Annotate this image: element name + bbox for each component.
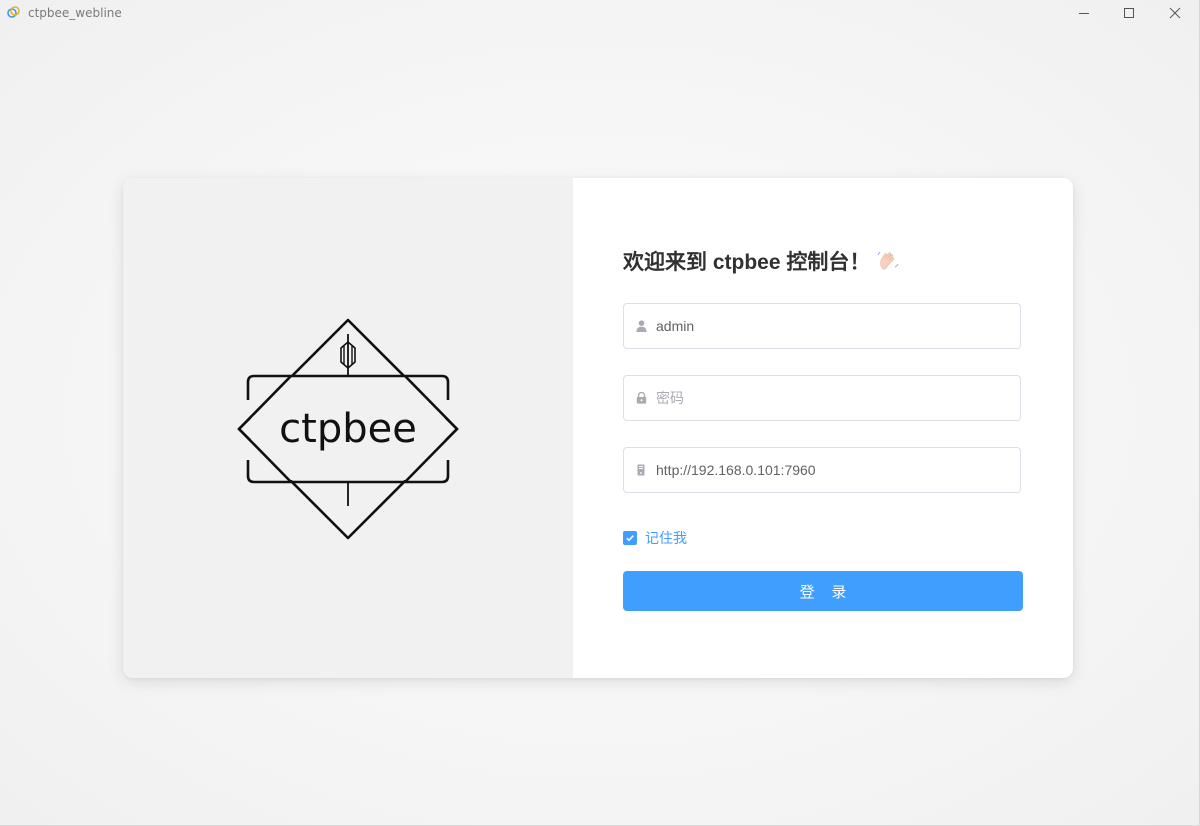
lock-icon [635,391,647,405]
username-input[interactable] [656,306,1020,346]
waving-hand-icon [876,249,900,273]
server-icon [635,463,647,477]
title-bar: ctpbee_webline [0,0,1200,26]
server-input[interactable] [656,450,1020,490]
remember-me[interactable]: 记住我 [623,528,687,548]
login-button[interactable]: 登 录 [623,571,1023,611]
password-input[interactable] [656,378,1020,418]
remember-checkbox[interactable] [623,531,637,545]
close-button[interactable] [1152,0,1198,26]
maximize-icon [1124,8,1134,18]
minimize-button[interactable] [1061,0,1107,26]
logo-panel: ctpbee [123,178,573,678]
minimize-icon [1079,13,1089,14]
welcome-heading: 欢迎来到 ctpbee 控制台！ [623,246,900,276]
ctpbee-logo: ctpbee [237,318,459,540]
maximize-button[interactable] [1106,0,1152,26]
app-logo-icon [7,6,20,19]
username-field[interactable] [623,303,1021,349]
welcome-text: 欢迎来到 ctpbee 控制台！ [623,251,871,274]
app-window: ctpbee_webline ctpbee 欢迎来到 ctpbee 控制台！ a… [0,0,1200,826]
window-title: ctpbee_webline [28,6,122,20]
logo-text: ctpbee [279,406,417,452]
close-icon [1169,7,1181,19]
server-field[interactable] [623,447,1021,493]
login-form-panel: 欢迎来到 ctpbee 控制台！ admin http://192.168.0.… [573,178,1073,678]
remember-label[interactable]: 记住我 [645,528,687,548]
password-field[interactable] [623,375,1021,421]
check-icon [626,535,634,542]
login-card: ctpbee 欢迎来到 ctpbee 控制台！ admin http://192… [123,178,1073,678]
user-icon [635,319,647,333]
